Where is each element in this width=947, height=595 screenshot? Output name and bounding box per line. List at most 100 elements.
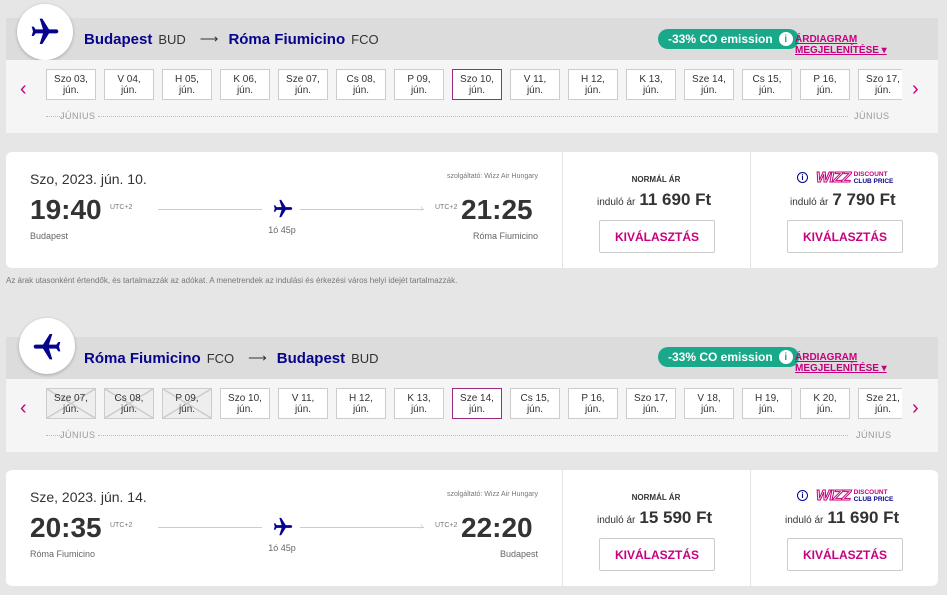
normal-price: induló ár 15 590 Ft [597,508,712,528]
airplane-icon [33,334,61,360]
date-option[interactable]: Cs 08, jún. [336,69,386,100]
date-option[interactable]: V 04, jún. [104,69,154,100]
departure-time: 19:40 [30,194,102,225]
date-option[interactable]: H 19, jún. [742,388,792,419]
outbound-route: Budapest BUD ⟶ Róma Fiumicino FCO [84,18,379,60]
wdc-price: induló ár 7 790 Ft [790,190,896,210]
date-option[interactable]: Cs 15, jún. [510,388,560,419]
co2-badge: -33% CO emission i [658,347,799,367]
origin-city: Róma Fiumicino [84,349,201,367]
month-label-left: JÚNIUS [60,430,96,440]
date-option[interactable]: Szo 17, jún. [858,69,902,100]
date-option-day: P 16, [813,74,837,85]
date-option-day: Szo 03, [54,74,88,85]
date-option[interactable]: H 12, jún. [336,388,386,419]
date-option-month: jún. [642,404,660,415]
select-wdc-button[interactable]: KIVÁLASZTÁS [787,220,903,253]
date-option-month: jún. [700,404,718,415]
divider [750,470,751,586]
wizz-logo: WIZZ [816,169,852,187]
date-option[interactable]: V 11, jún. [278,388,328,419]
select-normal-button[interactable]: KIVÁLASZTÁS [599,220,715,253]
date-option[interactable]: Sze 14, jún. [452,388,502,419]
price-chart-link-label: ÁRDIAGRAM MEGJELENÍTÉSE [795,352,879,374]
date-option: Cs 08, jún. [104,388,154,419]
departure-city: Róma Fiumicino [30,549,96,559]
date-option[interactable]: K 13, jún. [626,69,676,100]
select-wdc-button[interactable]: KIVÁLASZTÁS [787,538,903,571]
origin-city: Budapest [84,30,153,48]
date-option-month: jún. [700,85,718,96]
date-option[interactable]: P 16, jún. [568,388,618,419]
divider [562,152,563,268]
chevron-left-icon[interactable]: ‹ [20,78,27,101]
date-option[interactable]: V 18, jún. [684,388,734,419]
date-option-day: Cs 15, [520,393,550,404]
date-option: Sze 07, jún. [46,388,96,419]
date-option[interactable]: V 11, jún. [510,69,560,100]
outbound-flight-card: Szo, 2023. jún. 10. szolgáltató: Wizz Ai… [6,152,938,268]
dest-code: BUD [351,350,379,366]
date-option-month: jún. [294,404,312,415]
normal-price: induló ár 11 690 Ft [597,190,711,210]
date-option[interactable]: P 16, jún. [800,69,850,100]
price-chart-link[interactable]: ÁRDIAGRAM MEGJELENÍTÉSE ▾ [795,34,938,56]
date-option[interactable]: P 09, jún. [394,69,444,100]
date-option[interactable]: Szo 10, jún. [452,69,502,100]
info-icon[interactable]: i [797,490,808,501]
date-option-month: jún. [352,85,370,96]
date-option[interactable]: Szo 10, jún. [220,388,270,419]
month-label-right: JÚNIUS [856,430,892,440]
date-option[interactable]: Szo 03, jún. [46,69,96,100]
price-chart-link-label: ÁRDIAGRAM MEGJELENÍTÉSE [795,34,879,56]
date-option-day: H 19, [755,393,779,404]
date-option-month: jún. [874,85,892,96]
date-option[interactable]: Sze 21, jún. [858,388,902,419]
info-icon[interactable]: i [778,32,793,46]
date-option[interactable]: K 20, jún. [800,388,850,419]
normal-price-label: NORMÁL ÁR [631,175,681,184]
date-option-day: Cs 15, [752,74,782,85]
from-label: induló ár [597,515,636,526]
date-option[interactable]: Sze 07, jún. [278,69,328,100]
date-option-month: jún. [236,404,254,415]
date-option-day: Sze 14, [692,74,726,85]
discount-club-label: DISCOUNT CLUB PRICE [854,489,894,503]
co2-text: -33% CO emission [668,32,773,46]
date-option-day: K 20, [813,393,837,404]
chevron-right-icon[interactable]: › [912,78,919,101]
date-option-day: Szo 10, [228,393,262,404]
date-option[interactable]: Sze 14, jún. [684,69,734,100]
date-option-day: P 16, [581,393,605,404]
chevron-right-icon[interactable]: › [912,397,919,420]
airplane-badge [19,318,75,374]
date-option[interactable]: H 12, jún. [568,69,618,100]
date-option[interactable]: Szo 17, jún. [626,388,676,419]
info-icon[interactable]: i [797,172,808,183]
date-option-day: Szo 17, [634,393,668,404]
date-option-day: H 12, [581,74,605,85]
caret-down-icon: ▾ [878,363,887,374]
date-list: Szo 03, jún. V 04, jún. H 05, jún. K 06, jún. Sz… [46,69,902,100]
date-option[interactable]: K 06, jún. [220,69,270,100]
date-option-day: V 11, [523,74,547,85]
date-option-day: Szo 10, [460,74,494,85]
date-option[interactable]: Cs 15, jún. [742,69,792,100]
return-date-selector: ‹ Sze 07, jún. Cs 08, jún. P 09, jún. Szo 10, j… [6,379,938,452]
route-arrow-icon: ⟶ [248,350,267,365]
dcp-line1: DISCOUNT [853,170,888,178]
price-chart-link[interactable]: ÁRDIAGRAM MEGJELENÍTÉSE ▾ [795,352,938,374]
date-option[interactable]: H 05, jún. [162,69,212,100]
date-option-month: jún. [178,85,196,96]
wdc-logo: i WIZZ DISCOUNT CLUB PRICE [797,487,894,505]
arrival-utc: UTC+2 [435,204,458,211]
info-icon[interactable]: i [778,350,793,364]
date-option[interactable]: K 13, jún. [394,388,444,419]
arrow-head-icon: › [420,521,424,532]
arrival-city: Róma Fiumicino [472,231,538,241]
provider: szolgáltató: Wizz Air Hungary [446,173,538,180]
select-normal-button[interactable]: KIVÁLASZTÁS [599,538,715,571]
flight-date: Sze, 2023. jún. 14. [30,489,147,505]
origin-code: BUD [158,31,186,47]
chevron-left-icon[interactable]: ‹ [20,397,27,420]
